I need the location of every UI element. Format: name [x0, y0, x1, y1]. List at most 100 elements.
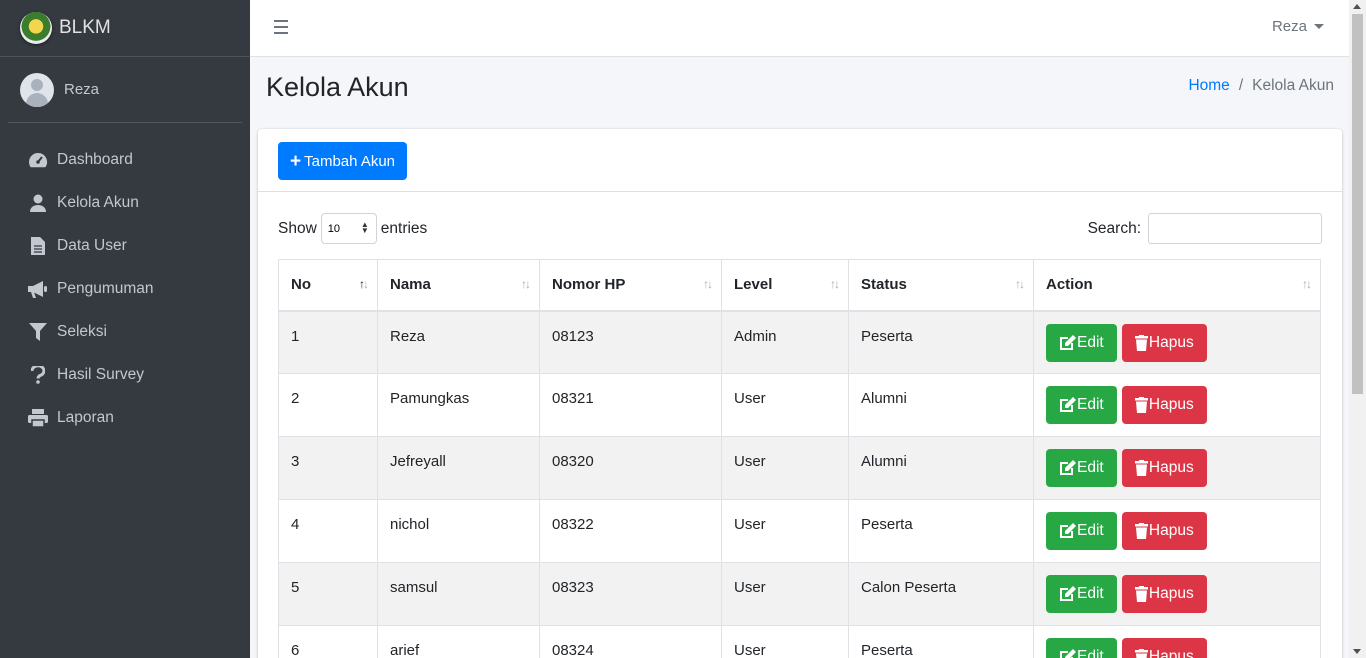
sidebar-item-seleksi[interactable]: Seleksi [0, 310, 250, 353]
brand-name: BLKM [59, 17, 111, 38]
scroll-thumb[interactable] [1352, 14, 1363, 394]
breadcrumb-home-link[interactable]: Home [1188, 77, 1229, 95]
sidebar-item-dashboard[interactable]: Dashboard [0, 138, 250, 181]
menu-toggle-icon[interactable] [274, 20, 288, 34]
edit-button[interactable]: Edit [1046, 512, 1117, 550]
entries-label: entries [380, 219, 428, 237]
cell-level: User [721, 373, 849, 437]
delete-button[interactable]: Hapus [1121, 323, 1207, 362]
trash-icon [1134, 586, 1148, 602]
search-label: Search: [1087, 219, 1141, 237]
edit-icon [1060, 397, 1076, 412]
table-row: 4 nichol 08322 User Peserta Edit Hapus [278, 499, 1321, 563]
user-name: Reza [64, 81, 100, 98]
cell-nama: Jefreyall [377, 436, 540, 500]
trash-icon [1134, 460, 1148, 476]
edit-button[interactable]: Edit [1046, 449, 1117, 487]
sort-icon: ↑↓ [830, 277, 840, 291]
trash-icon [1134, 397, 1148, 413]
cell-no: 5 [278, 562, 378, 626]
card-header: + Tambah Akun [258, 129, 1342, 192]
column-header-action[interactable]: Action ↑↓ [1033, 259, 1321, 312]
edit-label: Edit [1077, 522, 1104, 539]
sort-icon: ↑↓ [1302, 277, 1312, 291]
sidebar-item-hasil-survey[interactable]: Hasil Survey [0, 353, 250, 396]
cell-nama: Reza [377, 310, 540, 374]
edit-button[interactable]: Edit [1046, 386, 1117, 424]
table-body: 1 Reza 08123 Admin Peserta Edit Hapus 2 Pamungk… [278, 310, 1321, 658]
sidebar-item-pengumuman[interactable]: Pengumuman [0, 267, 250, 310]
sidebar-item-label: Pengumuman [57, 279, 154, 297]
cell-no: 3 [278, 436, 378, 500]
cell-nama: arief [377, 625, 540, 658]
delete-button[interactable]: Hapus [1121, 638, 1207, 658]
column-header-level[interactable]: Level ↑↓ [721, 259, 849, 312]
edit-button[interactable]: Edit [1046, 323, 1117, 362]
table-row: 2 Pamungkas 08321 User Alumni Edit Hapus [278, 373, 1321, 437]
cell-status: Peserta [848, 625, 1034, 658]
accounts-card: + Tambah Akun Show 10 ▲ ▼ entries Search:… [258, 129, 1342, 658]
user-dropdown[interactable]: Reza [1272, 18, 1324, 35]
edit-button[interactable]: Edit [1046, 575, 1117, 613]
cell-hp: 08123 [539, 310, 722, 374]
column-header-label: Action [1046, 276, 1093, 294]
plus-icon: + [290, 150, 302, 172]
cell-hp: 08324 [539, 625, 722, 658]
tachometer-icon [28, 150, 48, 170]
column-header-label: No [291, 276, 311, 294]
cell-status: Calon Peserta [848, 562, 1034, 626]
edit-label: Edit [1077, 333, 1104, 351]
entries-select[interactable]: 10 [320, 213, 377, 244]
sidebar-item-label: Data User [57, 236, 127, 254]
delete-button[interactable]: Hapus [1121, 512, 1207, 550]
cell-nama: samsul [377, 562, 540, 626]
table-header-row: No ↑↓ Nama ↑↓ Nomor HP ↑↓ Level ↑↓ Status ↑↓ … [278, 259, 1321, 312]
table-row: 3 Jefreyall 08320 User Alumni Edit Hapus [278, 436, 1321, 500]
cell-status: Peserta [848, 499, 1034, 563]
column-header-label: Level [734, 276, 773, 294]
table-row: 5 samsul 08323 User Calon Peserta Edit Hapus [278, 562, 1321, 626]
cell-hp: 08323 [539, 562, 722, 626]
sort-icon: ↑↓ [359, 277, 369, 291]
search-input[interactable] [1148, 213, 1322, 244]
delete-button[interactable]: Hapus [1121, 386, 1207, 424]
sidebar-item-data-user[interactable]: Data User [0, 224, 250, 267]
sidebar-item-laporan[interactable]: Laporan [0, 396, 250, 439]
cell-no: 6 [278, 625, 378, 658]
sidebar-item-kelola-akun[interactable]: Kelola Akun [0, 181, 250, 224]
sidebar-item-label: Laporan [57, 408, 114, 426]
delete-label: Hapus [1148, 459, 1194, 476]
filter-icon [28, 322, 48, 342]
add-account-button[interactable]: + Tambah Akun [278, 142, 408, 180]
edit-button[interactable]: Edit [1046, 638, 1117, 658]
column-header-label: Nama [390, 276, 431, 294]
cell-level: User [721, 499, 849, 563]
column-header-nomor-hp[interactable]: Nomor HP ↑↓ [539, 259, 722, 312]
scroll-up-arrow-icon[interactable] [1353, 4, 1361, 9]
edit-label: Edit [1077, 648, 1104, 658]
edit-label: Edit [1077, 585, 1104, 602]
edit-icon [1060, 334, 1076, 350]
delete-label: Hapus [1148, 396, 1194, 413]
column-header-nama[interactable]: Nama ↑↓ [377, 259, 540, 312]
user-panel[interactable]: Reza [8, 57, 242, 123]
scroll-down-arrow-icon[interactable] [1353, 649, 1361, 654]
cell-no: 4 [278, 499, 378, 563]
caret-down-icon [1314, 24, 1324, 29]
delete-button[interactable]: Hapus [1121, 449, 1207, 487]
delete-button[interactable]: Hapus [1121, 575, 1207, 613]
page-scrollbar[interactable] [1349, 0, 1366, 658]
sidebar: BLKM Reza Dashboard Kelola Akun Data Use… [0, 0, 250, 658]
cell-action: Edit Hapus [1033, 310, 1321, 374]
cell-action: Edit Hapus [1033, 373, 1321, 437]
show-label: Show [278, 219, 317, 237]
cell-hp: 08320 [539, 436, 722, 500]
column-header-no[interactable]: No ↑↓ [278, 259, 378, 312]
column-header-label: Status [861, 276, 907, 294]
delete-label: Hapus [1148, 648, 1194, 658]
breadcrumb-current: Kelola Akun [1252, 77, 1334, 94]
file-icon [28, 236, 48, 256]
brand-link[interactable]: BLKM [0, 0, 250, 57]
cell-level: Admin [721, 310, 849, 374]
column-header-status[interactable]: Status ↑↓ [848, 259, 1034, 312]
